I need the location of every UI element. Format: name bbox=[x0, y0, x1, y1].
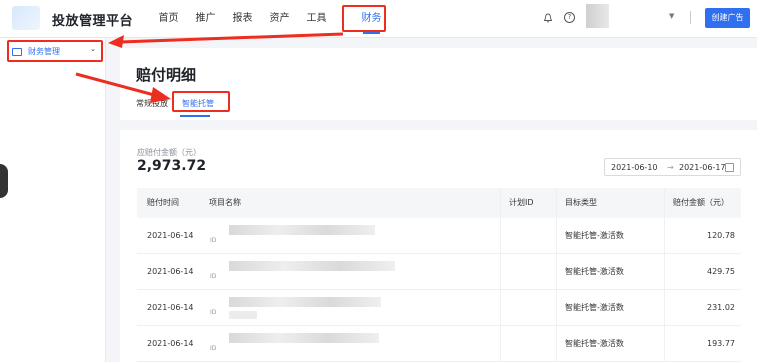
col-plan-id: 计划ID bbox=[509, 198, 534, 207]
date-start: 2021-06-10 bbox=[611, 163, 658, 172]
collapse-handle[interactable] bbox=[0, 164, 8, 198]
calendar-icon bbox=[725, 163, 734, 172]
id-label: ID bbox=[210, 273, 217, 280]
id-label: ID bbox=[210, 309, 217, 316]
cell-amount: 120.78 bbox=[707, 231, 735, 240]
cell-amount: 429.75 bbox=[707, 267, 735, 276]
date-separator: → bbox=[667, 163, 674, 172]
cell-amount: 193.77 bbox=[707, 339, 735, 348]
table-row: 2021-06-14 ID 智能托管-激活数 429.75 bbox=[137, 254, 741, 290]
total-amount: 2,973.72 bbox=[137, 158, 207, 174]
divider bbox=[690, 11, 691, 24]
cell-type: 智能托管-激活数 bbox=[565, 339, 624, 348]
annotation-arrow-2 bbox=[75, 72, 171, 103]
col-time: 赔付时间 bbox=[147, 198, 179, 207]
redacted-project-name bbox=[229, 261, 395, 271]
redacted-project-name bbox=[229, 297, 381, 307]
chevron-down-icon[interactable]: ▼ bbox=[669, 12, 674, 20]
date-end: 2021-06-17 bbox=[679, 163, 726, 172]
tab-active-indicator bbox=[180, 115, 210, 117]
column-divider bbox=[500, 188, 501, 362]
table-row: 2021-06-14 ID 智能托管-激活数 231.02 bbox=[137, 290, 741, 326]
annotation-arrow-1 bbox=[108, 32, 344, 48]
col-target-type: 目标类型 bbox=[565, 198, 597, 207]
help-icon[interactable]: ? bbox=[564, 12, 575, 23]
cell-type: 智能托管-激活数 bbox=[565, 303, 624, 312]
col-amount: 赔付金额（元） bbox=[673, 198, 729, 207]
date-range-picker[interactable]: 2021-06-10 → 2021-06-17 bbox=[604, 158, 741, 176]
redacted-project-name bbox=[229, 225, 375, 235]
logo bbox=[12, 6, 40, 30]
payout-table: 赔付时间 项目名称 计划ID 目标类型 赔付金额（元） 2021-06-14 I… bbox=[137, 188, 741, 362]
cell-type: 智能托管-激活数 bbox=[565, 267, 624, 276]
redacted-id bbox=[229, 311, 257, 319]
cell-date: 2021-06-14 bbox=[147, 303, 194, 312]
highlight-box-tab bbox=[172, 91, 230, 112]
col-project: 项目名称 bbox=[209, 198, 241, 207]
app-title: 投放管理平台 bbox=[52, 14, 134, 29]
amount-label: 应赔付金额（元） bbox=[137, 148, 201, 157]
bell-icon[interactable] bbox=[543, 13, 553, 23]
table-row: 2021-06-14 ID 智能托管-激活数 193.77 bbox=[137, 326, 741, 362]
cell-date: 2021-06-14 bbox=[147, 339, 194, 348]
cell-date: 2021-06-14 bbox=[147, 267, 194, 276]
highlight-box-sidebar bbox=[7, 40, 103, 62]
id-label: ID bbox=[210, 237, 217, 244]
table-row: 2021-06-14 ID 智能托管-激活数 120.78 bbox=[137, 218, 741, 254]
id-label: ID bbox=[210, 345, 217, 352]
main-content: 应赔付金额（元） 2,973.72 2021-06-10 → 2021-06-1… bbox=[120, 130, 757, 362]
redacted-project-name bbox=[229, 333, 379, 343]
cell-type: 智能托管-激活数 bbox=[565, 231, 624, 240]
table-header: 赔付时间 项目名称 计划ID 目标类型 赔付金额（元） bbox=[137, 188, 741, 218]
cell-date: 2021-06-14 bbox=[147, 231, 194, 240]
column-divider bbox=[556, 188, 557, 362]
cell-amount: 231.02 bbox=[707, 303, 735, 312]
create-ad-button[interactable]: 创建广告 bbox=[705, 8, 750, 28]
column-divider bbox=[664, 188, 665, 362]
avatar[interactable] bbox=[586, 4, 609, 28]
